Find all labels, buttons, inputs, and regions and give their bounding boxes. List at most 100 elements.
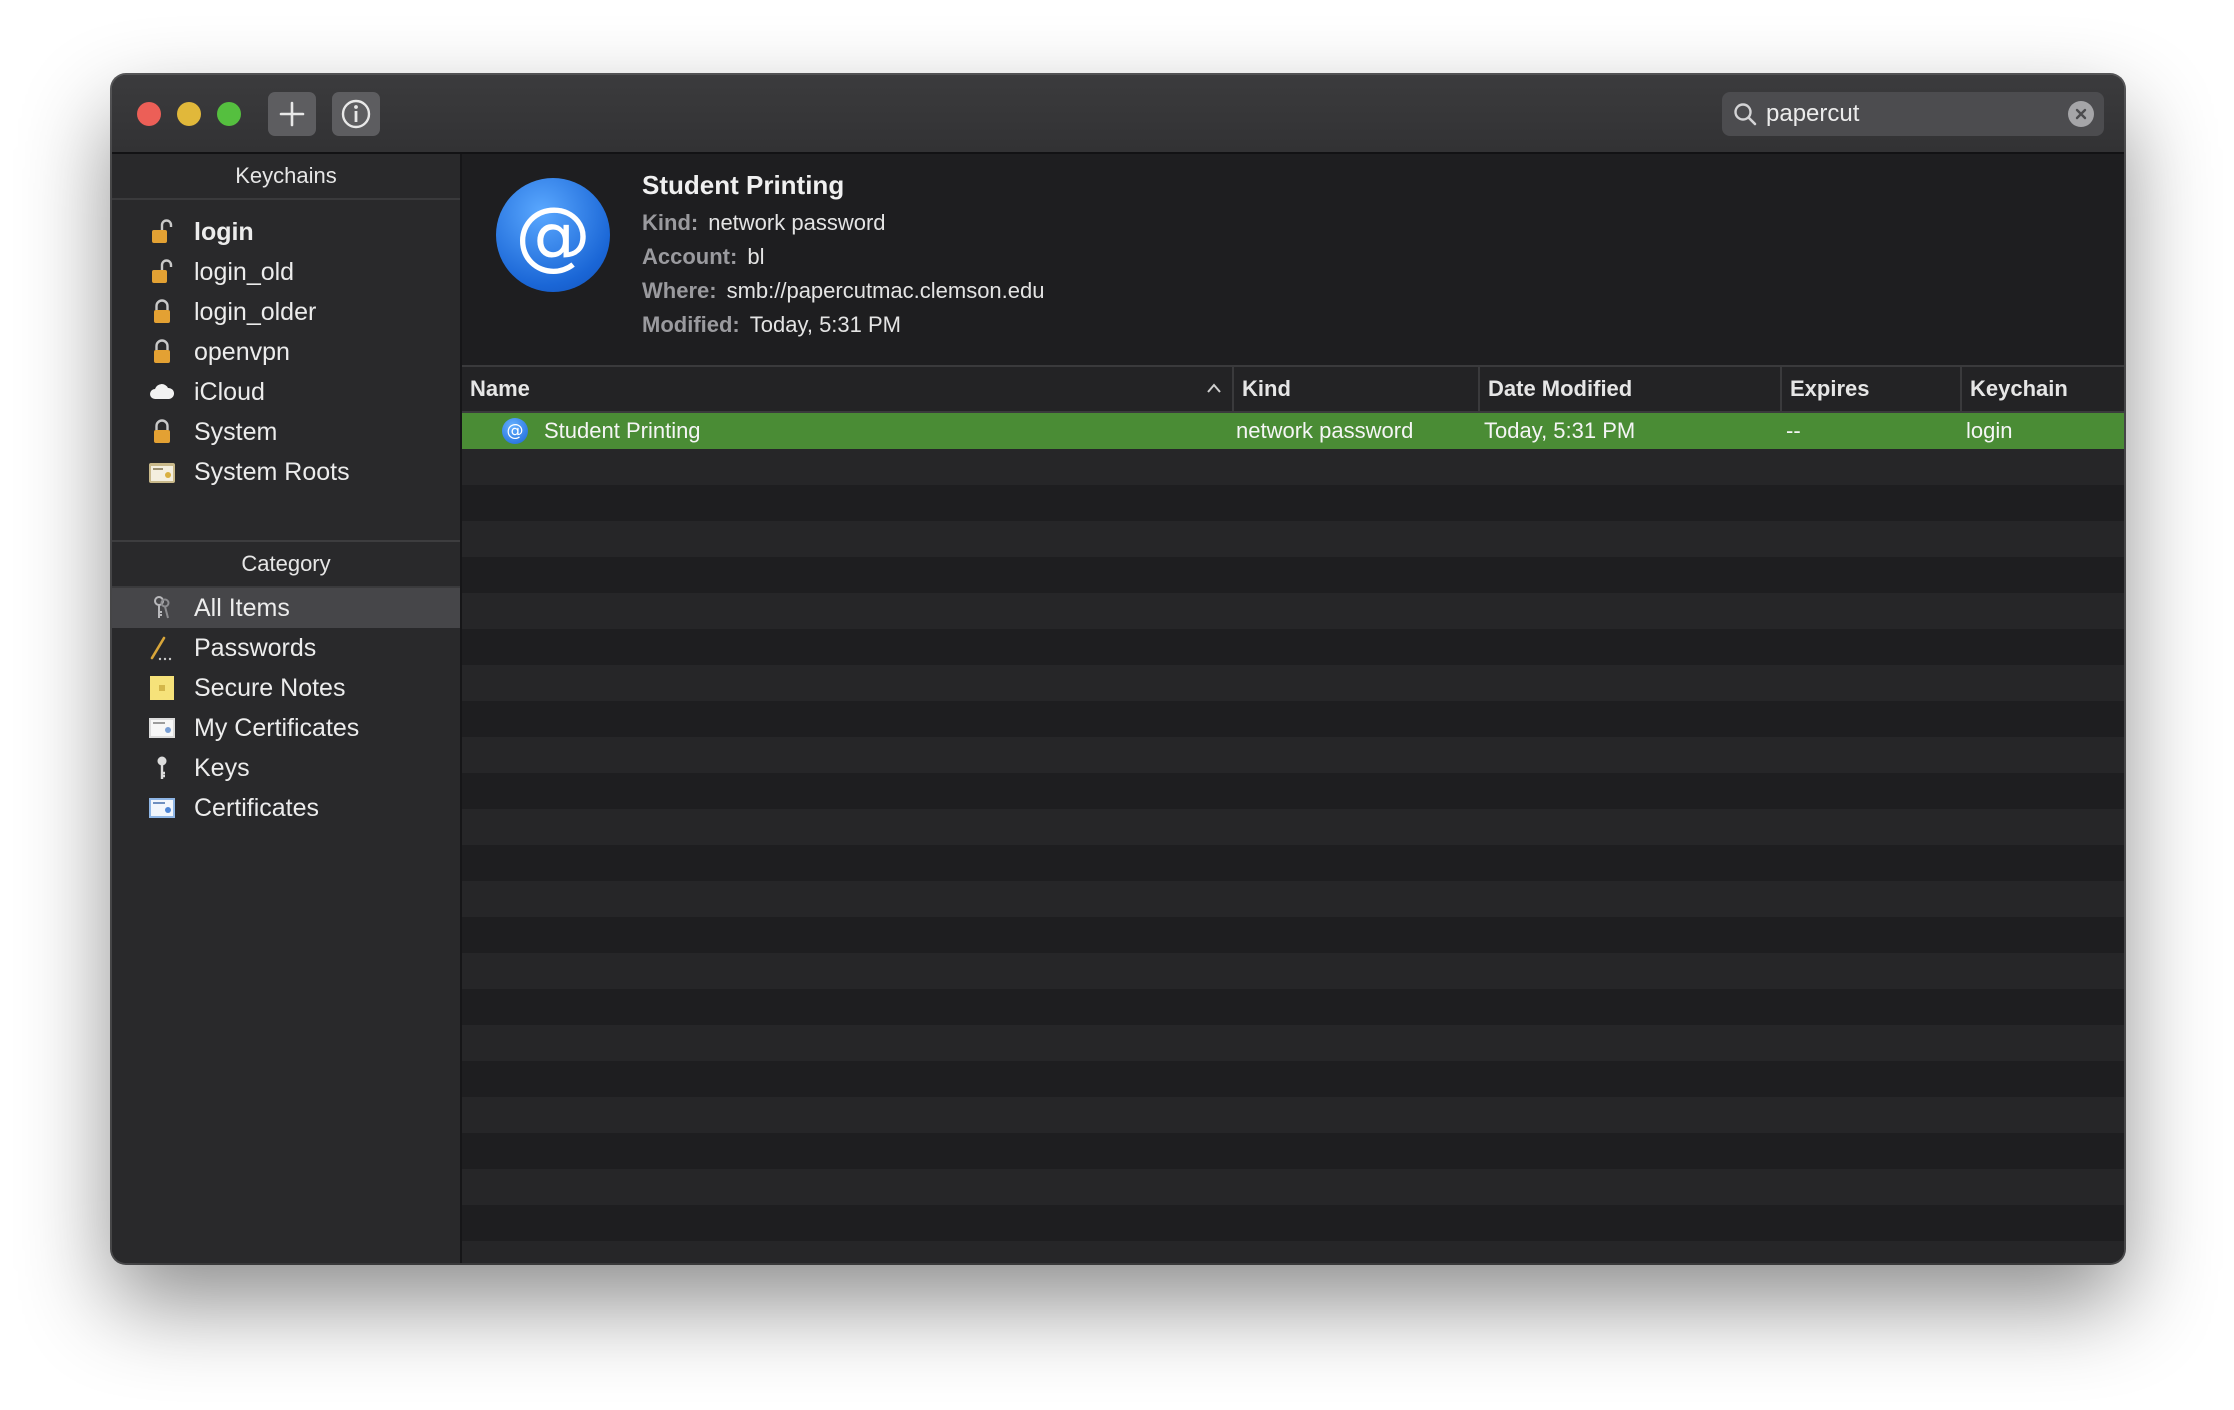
- column-header-name[interactable]: Name: [462, 367, 1232, 411]
- detail-kind-value: network password: [708, 210, 886, 235]
- column-header-expires[interactable]: Expires: [1780, 367, 1960, 411]
- get-info-button[interactable]: [332, 92, 380, 136]
- column-header-label: Expires: [1790, 376, 1870, 401]
- detail-account-label: Account:: [642, 244, 738, 269]
- empty-row: [462, 809, 2124, 845]
- certificate-folder-icon: [149, 463, 175, 483]
- category-item-secure-notes[interactable]: Secure Notes: [112, 668, 460, 708]
- category-header: Category: [112, 542, 460, 588]
- empty-row: [462, 737, 2124, 773]
- search-field[interactable]: [1722, 92, 2104, 136]
- keychain-label: login: [194, 218, 254, 246]
- info-icon: [341, 99, 371, 129]
- plus-icon: [279, 101, 305, 127]
- empty-row: [462, 845, 2124, 881]
- category-item-passwords[interactable]: Passwords: [112, 628, 460, 668]
- empty-row: [462, 917, 2124, 953]
- keychain-label: System: [194, 418, 278, 446]
- empty-row: [462, 557, 2124, 593]
- detail-account-value: bl: [747, 244, 765, 269]
- empty-row: [462, 1133, 2124, 1169]
- empty-row: [462, 701, 2124, 737]
- unlocked-padlock-icon: [152, 219, 173, 243]
- padlock-icon: [154, 299, 170, 323]
- maximize-window-button[interactable]: [217, 102, 241, 126]
- detail-where-label: Where:: [642, 278, 717, 303]
- keychain-item-system[interactable]: System: [112, 412, 460, 452]
- cloud-icon: [150, 384, 175, 399]
- empty-row: [462, 1097, 2124, 1133]
- keychain-item-login-older[interactable]: login_older: [112, 292, 460, 332]
- empty-row: [462, 665, 2124, 701]
- empty-row: [462, 1061, 2124, 1097]
- keychains-header: Keychains: [112, 154, 460, 200]
- empty-row: [462, 593, 2124, 629]
- unlocked-padlock-icon: [152, 259, 173, 283]
- keychain-label: login_older: [194, 298, 317, 326]
- empty-row: [462, 1169, 2124, 1205]
- detail-account: Account: bl: [642, 244, 764, 270]
- row-expires: --: [1786, 418, 1801, 443]
- clear-search-button[interactable]: [2068, 101, 2094, 127]
- empty-row: [462, 1205, 2124, 1241]
- column-header-label: Keychain: [1970, 376, 2068, 401]
- column-header-kind[interactable]: Kind: [1232, 367, 1478, 411]
- detail-where: Where: smb://papercutmac.clemson.edu: [642, 278, 1045, 304]
- row-name: Student Printing: [544, 418, 701, 443]
- detail-modified-label: Modified:: [642, 312, 740, 337]
- keychain-access-window: Keychains login login_old login_older: [112, 75, 2124, 1263]
- add-item-button[interactable]: [268, 92, 316, 136]
- table-row[interactable]: @ Student Printing network password Toda…: [462, 413, 2124, 449]
- category-item-my-certificates[interactable]: My Certificates: [112, 708, 460, 748]
- category-item-all-items[interactable]: All Items: [112, 588, 460, 628]
- category-item-certificates[interactable]: Certificates: [112, 788, 460, 828]
- row-date-modified: Today, 5:31 PM: [1484, 418, 1636, 443]
- search-input[interactable]: [1766, 92, 2046, 136]
- main-pane: @ Student Printing Kind: network password…: [462, 154, 2124, 1263]
- close-window-button[interactable]: [137, 102, 161, 126]
- search-icon: [1734, 103, 1757, 126]
- sidebar: Keychains login login_old login_older op…: [112, 154, 462, 1263]
- empty-row: [462, 881, 2124, 917]
- detail-kind: Kind: network password: [642, 210, 886, 236]
- item-title: Student Printing: [642, 170, 845, 200]
- keychain-label: openvpn: [194, 338, 290, 366]
- minimize-window-button[interactable]: [177, 102, 201, 126]
- empty-row: [462, 1025, 2124, 1061]
- category-item-keys[interactable]: Keys: [112, 748, 460, 788]
- column-header-keychain[interactable]: Keychain: [1960, 367, 2124, 411]
- empty-row: [462, 449, 2124, 485]
- row-kind: network password: [1236, 418, 1414, 443]
- detail-kind-label: Kind:: [642, 210, 699, 235]
- keychain-item-login-old[interactable]: login_old: [112, 252, 460, 292]
- keychain-item-icloud[interactable]: iCloud: [112, 372, 460, 412]
- empty-row: [462, 953, 2124, 989]
- padlock-icon: [154, 339, 170, 363]
- keychain-item-openvpn[interactable]: openvpn: [112, 332, 460, 372]
- keychain-label: System Roots: [194, 458, 350, 486]
- empty-row: [462, 485, 2124, 521]
- category-label: Keys: [194, 754, 250, 782]
- category-label: My Certificates: [194, 714, 360, 742]
- key-icon: [157, 756, 167, 779]
- close-icon: [2075, 108, 2087, 120]
- category-label: Certificates: [194, 794, 320, 822]
- detail-where-value: smb://papercutmac.clemson.edu: [726, 278, 1045, 303]
- pen-icon: [150, 636, 172, 661]
- category-label: All Items: [194, 594, 290, 622]
- keychain-item-login[interactable]: login: [112, 212, 460, 252]
- certificate-icon: [149, 798, 175, 818]
- at-sign-icon: @: [502, 418, 528, 444]
- title-bar: [112, 75, 2124, 154]
- column-header-date-modified[interactable]: Date Modified: [1478, 367, 1780, 411]
- empty-row: [462, 1241, 2124, 1263]
- note-icon: [150, 676, 174, 700]
- keychain-item-system-roots[interactable]: System Roots: [112, 452, 460, 492]
- keys-icon: [154, 596, 170, 619]
- category-label: Secure Notes: [194, 674, 346, 702]
- padlock-icon: [154, 419, 170, 443]
- table-header: Name Kind Date Modified Expires Keychain: [462, 367, 2124, 413]
- column-header-label: Date Modified: [1488, 376, 1633, 401]
- empty-row: [462, 773, 2124, 809]
- keychain-label: login_old: [194, 258, 295, 286]
